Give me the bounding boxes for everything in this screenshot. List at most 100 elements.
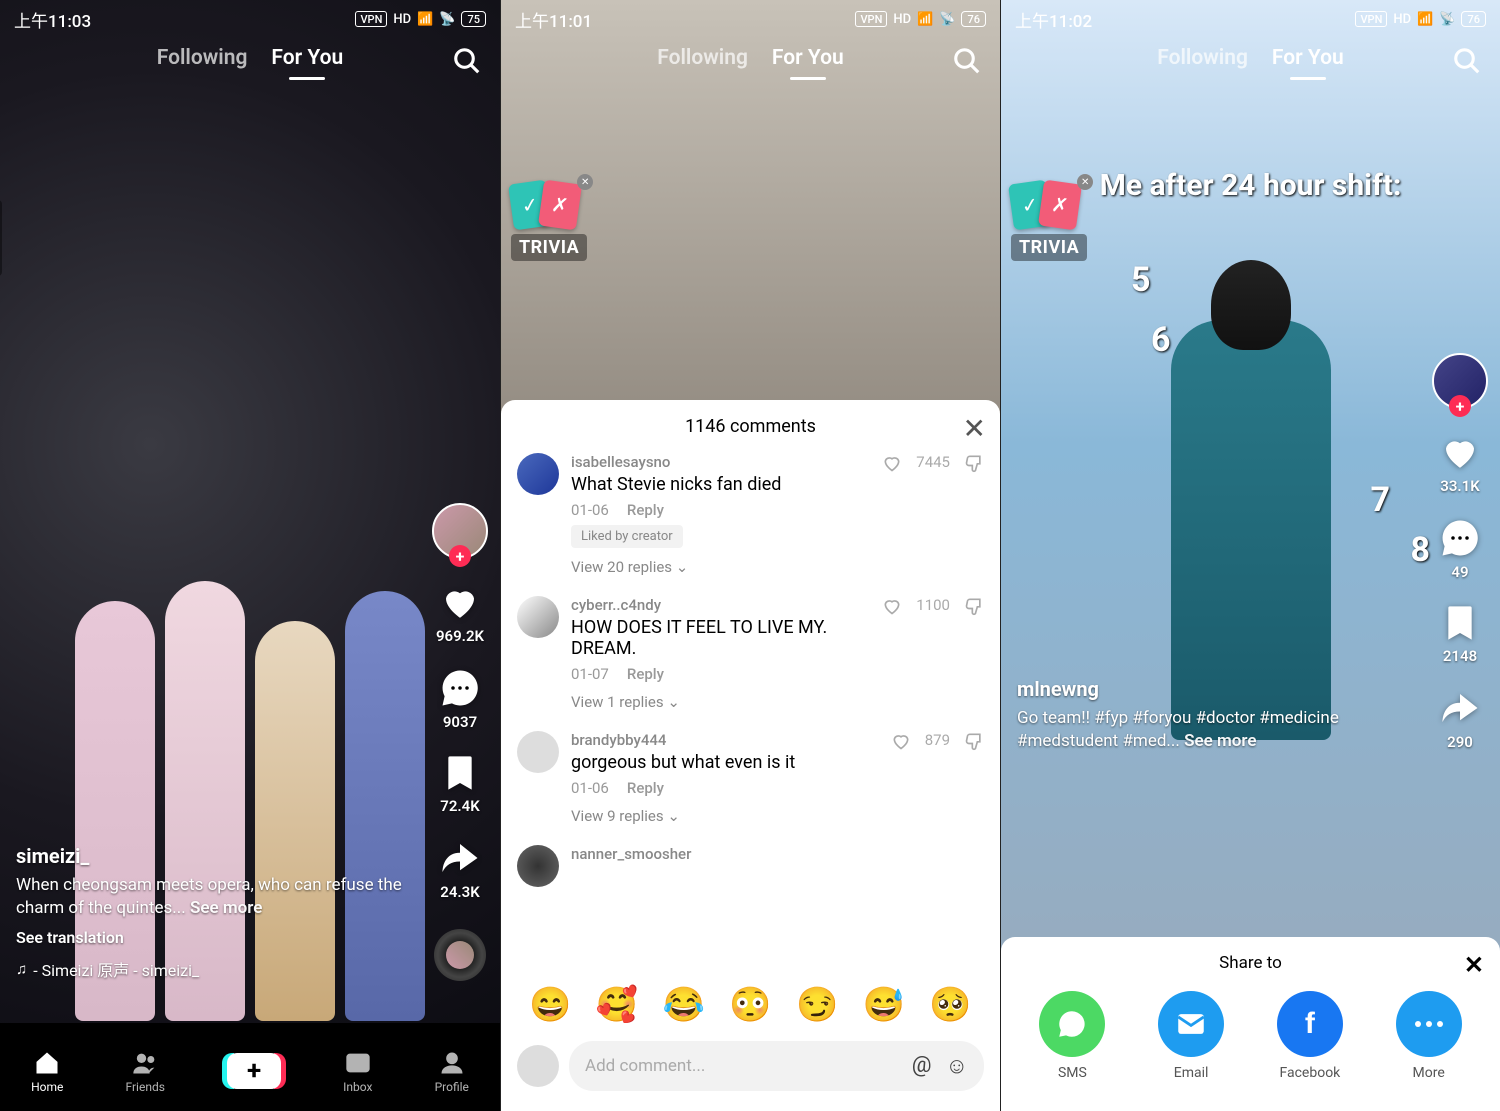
comment-item: isabellesaysno What Stevie nicks fan die… bbox=[517, 453, 984, 576]
music-label[interactable]: - Simeizi 原声 - simeizi_ bbox=[16, 957, 420, 981]
username[interactable]: simeizi_ bbox=[16, 844, 420, 868]
dislike-comment-button[interactable] bbox=[964, 453, 984, 477]
save-button[interactable]: 2148 bbox=[1440, 603, 1480, 665]
commenter-avatar[interactable] bbox=[517, 453, 559, 495]
close-comments-button[interactable]: ✕ bbox=[963, 412, 986, 445]
dislike-comment-button[interactable] bbox=[964, 596, 984, 620]
reaction-emoji[interactable]: 😂 bbox=[663, 985, 705, 1025]
commenter-name[interactable]: brandybby444 bbox=[571, 731, 879, 749]
like-button[interactable]: 33.1K bbox=[1439, 431, 1481, 495]
commenter-avatar[interactable] bbox=[517, 845, 559, 887]
trivia-badge[interactable]: TRIVIA bbox=[0, 200, 8, 276]
reaction-emoji[interactable]: 🥰 bbox=[596, 985, 638, 1025]
follow-plus-icon[interactable]: + bbox=[1449, 395, 1471, 417]
comment-like-count: 879 bbox=[925, 731, 950, 749]
like-comment-button[interactable] bbox=[882, 596, 902, 620]
signal-icon: 📶 bbox=[1417, 12, 1433, 27]
create-button[interactable]: + bbox=[227, 1053, 281, 1089]
caption-area: mlnewng Go team!! #fyp #foryou #doctor #… bbox=[1017, 677, 1420, 761]
reply-button[interactable]: Reply bbox=[627, 665, 664, 683]
reaction-emoji[interactable]: 😏 bbox=[796, 985, 838, 1025]
nav-home[interactable]: Home bbox=[31, 1049, 63, 1094]
view-replies-button[interactable]: View 9 replies ⌄ bbox=[571, 807, 879, 825]
search-button[interactable] bbox=[452, 46, 482, 80]
tab-foryou[interactable]: For You bbox=[271, 46, 343, 70]
caption-area: simeizi_ When cheongsam meets opera, who… bbox=[16, 844, 420, 981]
share-icon bbox=[1439, 687, 1481, 729]
share-button[interactable]: 24.3K bbox=[439, 837, 481, 901]
comment-placeholder: Add comment... bbox=[585, 1056, 705, 1076]
reply-button[interactable]: Reply bbox=[627, 779, 664, 797]
my-avatar[interactable] bbox=[517, 1045, 559, 1087]
comment-button[interactable]: 49 bbox=[1439, 517, 1481, 581]
see-more-button[interactable]: See more bbox=[1184, 731, 1256, 751]
video-figure bbox=[1211, 260, 1291, 350]
reaction-emoji[interactable]: 😳 bbox=[729, 985, 771, 1025]
thumbs-down-icon bbox=[964, 596, 984, 616]
follow-plus-icon[interactable]: + bbox=[449, 545, 471, 567]
commenter-name[interactable]: cyberr..c4ndy bbox=[571, 596, 870, 614]
reaction-emoji[interactable]: 😅 bbox=[863, 985, 905, 1025]
plus-icon: + bbox=[247, 1056, 261, 1086]
reaction-row: 😄 🥰 😂 😳 😏 😅 🥺 bbox=[501, 979, 1000, 1031]
commenter-name[interactable]: isabellesaysno bbox=[571, 453, 870, 471]
tab-following[interactable]: Following bbox=[1157, 46, 1248, 70]
status-time: 上午11:03 bbox=[14, 7, 91, 32]
like-comment-button[interactable] bbox=[882, 453, 902, 477]
caption[interactable]: When cheongsam meets opera, who can refu… bbox=[16, 874, 420, 920]
mention-icon[interactable]: @ bbox=[912, 1053, 932, 1079]
nav-profile[interactable]: Profile bbox=[435, 1049, 469, 1094]
dislike-comment-button[interactable] bbox=[964, 731, 984, 755]
reaction-emoji[interactable]: 😄 bbox=[529, 985, 571, 1025]
save-button[interactable]: 72.4K bbox=[440, 753, 480, 815]
overlay-number: 7 bbox=[1370, 480, 1390, 520]
share-sms[interactable]: SMS bbox=[1039, 991, 1105, 1081]
reply-button[interactable]: Reply bbox=[627, 501, 664, 519]
search-button[interactable] bbox=[1452, 46, 1482, 80]
profile-icon bbox=[438, 1049, 466, 1077]
comment-input[interactable]: Add comment... @ ☺ bbox=[569, 1041, 984, 1091]
comments-list[interactable]: isabellesaysno What Stevie nicks fan die… bbox=[501, 453, 1000, 979]
sound-disc[interactable] bbox=[434, 929, 486, 981]
nav-inbox[interactable]: Inbox bbox=[343, 1049, 372, 1094]
see-more-button[interactable]: See more bbox=[190, 898, 262, 918]
share-more[interactable]: More bbox=[1396, 991, 1462, 1081]
status-bar: 上午11:03 VPN HD 📶 📡 75 bbox=[0, 0, 500, 38]
tab-foryou[interactable]: For You bbox=[772, 46, 844, 70]
view-replies-button[interactable]: View 1 replies ⌄ bbox=[571, 693, 870, 711]
commenter-name[interactable]: nanner_smoosher bbox=[571, 845, 984, 863]
emoji-icon[interactable]: ☺ bbox=[946, 1053, 968, 1079]
username[interactable]: mlnewng bbox=[1017, 677, 1420, 701]
caption[interactable]: Go team!! #fyp #foryou #doctor #medicine… bbox=[1017, 707, 1420, 753]
creator-avatar[interactable]: + bbox=[432, 503, 488, 559]
action-rail: + 969.2K 9037 72.4K 24.3K bbox=[432, 503, 488, 981]
like-button[interactable]: 969.2K bbox=[436, 581, 484, 645]
tab-following[interactable]: Following bbox=[157, 46, 248, 70]
commenter-avatar[interactable] bbox=[517, 731, 559, 773]
tab-foryou[interactable]: For You bbox=[1272, 46, 1344, 70]
see-translation-button[interactable]: See translation bbox=[16, 928, 420, 947]
nav-friends[interactable]: Friends bbox=[125, 1049, 164, 1094]
battery-icon: 75 bbox=[461, 11, 486, 27]
more-icon bbox=[1396, 991, 1462, 1057]
share-button[interactable]: 290 bbox=[1439, 687, 1481, 751]
view-replies-button[interactable]: View 20 replies ⌄ bbox=[571, 558, 870, 576]
hd-icon: HD bbox=[393, 12, 411, 27]
commenter-avatar[interactable] bbox=[517, 596, 559, 638]
creator-avatar[interactable]: + bbox=[1432, 353, 1488, 409]
close-share-button[interactable]: ✕ bbox=[1464, 951, 1484, 979]
share-count: 290 bbox=[1447, 733, 1473, 751]
comment-button[interactable]: 9037 bbox=[439, 667, 481, 731]
search-button[interactable] bbox=[952, 46, 982, 80]
tab-following[interactable]: Following bbox=[657, 46, 748, 70]
reaction-emoji[interactable]: 🥺 bbox=[929, 985, 971, 1025]
like-comment-button[interactable] bbox=[891, 731, 911, 755]
trivia-badge[interactable]: ✓✗✕ TRIVIA bbox=[511, 182, 587, 261]
chevron-down-icon: ⌄ bbox=[667, 693, 680, 711]
hd-icon: HD bbox=[1393, 12, 1411, 27]
share-email[interactable]: Email bbox=[1158, 991, 1224, 1081]
share-facebook[interactable]: f Facebook bbox=[1277, 991, 1343, 1081]
save-count: 2148 bbox=[1443, 647, 1477, 665]
bottom-nav: Home Friends + Inbox Profile bbox=[0, 1023, 500, 1111]
trivia-badge[interactable]: ✓✗✕ TRIVIA bbox=[1011, 182, 1087, 261]
